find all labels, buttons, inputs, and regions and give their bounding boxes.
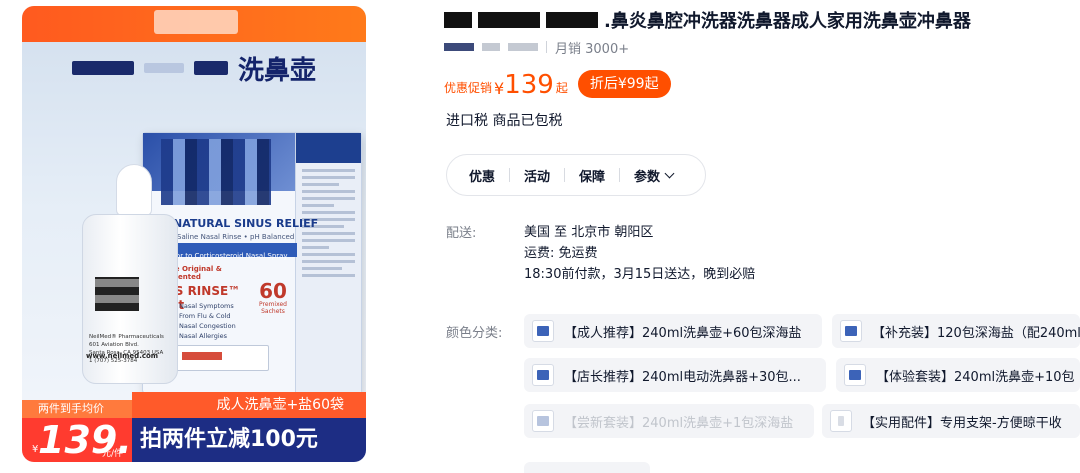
sku-label: 【尝新套装】240ml洗鼻壶+1包深海盐 xyxy=(564,415,794,431)
sku-thumbnail xyxy=(830,410,852,432)
box-subline: Saline Nasal Rinse • pH Balanced xyxy=(177,233,295,241)
box-side-panel xyxy=(295,133,361,393)
tab-guarantee[interactable]: 保障 xyxy=(579,166,605,185)
hero-title-text: 洗鼻壶 xyxy=(238,55,317,86)
banner-bundle-text: 成人洗鼻壶+盐60袋 xyxy=(132,392,366,418)
hero-title: 洗鼻壶 xyxy=(72,48,316,88)
bottle-cap xyxy=(116,164,152,216)
shipping-route[interactable]: 美国 至 北京市 朝阳区 xyxy=(524,222,755,243)
price-value: 139 xyxy=(504,70,554,100)
banner-promo: 拍两件立减100元 xyxy=(132,418,366,462)
sku-thumbnail xyxy=(532,364,554,386)
sku-option[interactable]: 【成人推荐】240ml洗鼻壶+60包深海盐 xyxy=(524,314,822,348)
hero-top-banner xyxy=(22,6,366,42)
tab-divider xyxy=(564,168,566,182)
box-band: Prior to Corticosteroid Nasal Spray xyxy=(161,243,297,260)
color-label: 颜色分类: xyxy=(446,326,503,341)
discount-badge[interactable]: 折后¥99起 xyxy=(577,70,671,98)
shipping-fee: 运费: 免运费 xyxy=(524,246,598,261)
blurred-brand xyxy=(72,61,134,75)
blurred-brand xyxy=(144,63,184,73)
shipping-eta: 18:30前付款，3月15日送达，晚到必赔 xyxy=(524,267,756,282)
sku-thumbnail xyxy=(840,320,862,342)
sachet-image xyxy=(173,345,269,371)
sku-label: 【实用配件】专用支架-方便晾干收 xyxy=(862,415,1062,431)
tab-discount[interactable]: 优惠 xyxy=(469,166,495,185)
redacted-store xyxy=(482,43,500,51)
bottle-address: NeilMed® Pharmaceuticals 601 Aviation Bl… xyxy=(89,334,164,364)
hero-price-banner: 成人洗鼻壶+盐60袋 两件到手均价 ¥ 139. 元/件 拍两件立减100元 xyxy=(22,392,366,462)
sku-thumbnail xyxy=(532,410,554,432)
sku-option[interactable]: 【补充装】120包深海盐（配240ml xyxy=(832,314,1080,348)
price-currency: ¥ xyxy=(494,79,505,98)
quantity-stepper[interactable] xyxy=(524,462,650,473)
hero-top-blurred-text xyxy=(154,10,238,34)
monthly-sales: 月销 3000+ xyxy=(555,41,630,57)
product-title: .鼻炎鼻腔冲洗器洗鼻器成人家用洗鼻壶冲鼻器 xyxy=(444,8,971,32)
sku-label: 【成人推荐】240ml洗鼻壶+60包深海盐 xyxy=(564,325,802,341)
sku-thumbnail xyxy=(844,364,866,386)
price-label: 优惠促销 xyxy=(444,81,493,95)
chevron-down-icon xyxy=(664,168,675,178)
tab-divider xyxy=(509,168,511,182)
sku-label: 【补充装】120包深海盐（配240ml xyxy=(872,325,1080,341)
blurred-brand xyxy=(194,61,228,75)
tab-params-label: 参数 xyxy=(634,169,661,185)
sku-thumbnail xyxy=(532,320,554,342)
box-symptoms: Nasal Symptoms From Flu & Cold Nasal Con… xyxy=(179,302,236,340)
product-main-image[interactable]: 洗鼻壶 NATURAL SINUS RELIEF Saline Nasal Ri… xyxy=(22,6,366,462)
box-headline: NATURAL SINUS RELIEF xyxy=(173,217,319,230)
redacted-store xyxy=(508,43,538,51)
tab-params[interactable]: 参数 xyxy=(634,166,675,185)
redacted-brand xyxy=(444,12,472,28)
box-count: 60 Premixed Sachets xyxy=(259,279,287,315)
sku-label: 【体验套装】240ml洗鼻壶+10包 xyxy=(876,369,1075,385)
redacted-brand xyxy=(546,12,598,28)
divider xyxy=(546,41,547,53)
banner-tag: 两件到手均价 xyxy=(22,400,132,418)
rinse-bottle: NeilMed® Pharmaceuticals 601 Aviation Bl… xyxy=(82,164,178,384)
banner-price: ¥ 139. 元/件 xyxy=(22,418,132,462)
shipping-label: 配送: xyxy=(446,226,477,241)
tab-activity[interactable]: 活动 xyxy=(524,166,550,185)
sku-option[interactable]: 【体验套装】240ml洗鼻壶+10包 xyxy=(836,358,1080,392)
redacted-store xyxy=(444,43,474,51)
bottle-url: www.neilmed.com xyxy=(86,352,159,360)
price-row: 优惠促销 ¥ 139 起 折后¥99起 xyxy=(444,66,671,100)
price-suffix: 起 xyxy=(555,81,568,95)
sku-option-disabled: 【尝新套装】240ml洗鼻壶+1包深海盐 xyxy=(524,404,814,438)
sku-option[interactable]: 【实用配件】专用支架-方便晾干收 xyxy=(822,404,1080,438)
tab-divider xyxy=(619,168,621,182)
shipping-info: 美国 至 北京市 朝阳区 运费: 免运费 18:30前付款，3月15日送达，晚到… xyxy=(524,222,755,285)
tax-note: 进口税 商品已包税 xyxy=(446,113,563,129)
blurred-label xyxy=(95,277,139,311)
sku-option[interactable]: 【店长推荐】240ml电动洗鼻器+30包... xyxy=(524,358,826,392)
sku-label: 【店长推荐】240ml电动洗鼻器+30包... xyxy=(564,369,801,385)
redacted-brand xyxy=(478,12,540,28)
info-tabs: 优惠 活动 保障 参数 xyxy=(446,154,706,196)
product-title-text: .鼻炎鼻腔冲洗器洗鼻器成人家用洗鼻壶冲鼻器 xyxy=(604,11,971,32)
product-meta: 月销 3000+ xyxy=(444,38,630,57)
